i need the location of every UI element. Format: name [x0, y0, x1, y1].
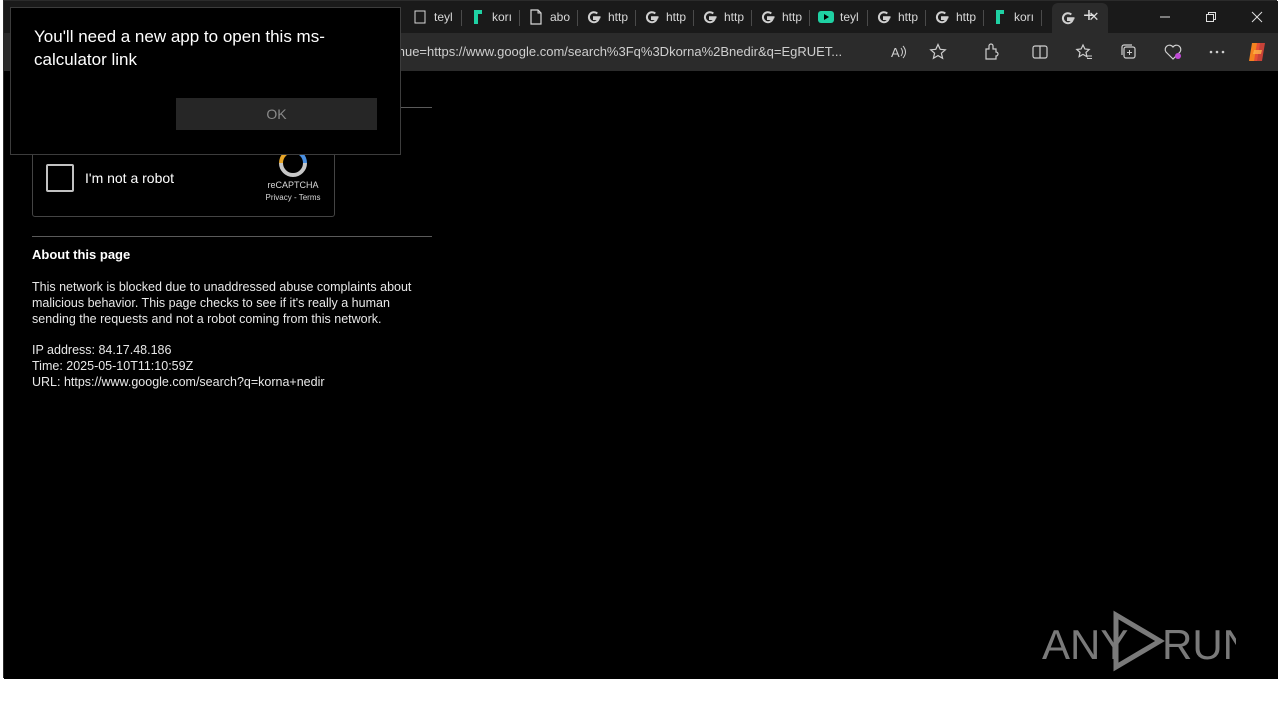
close-icon	[1251, 11, 1263, 23]
page-icon	[412, 9, 428, 25]
tab-label: teyl	[840, 10, 859, 24]
google-icon	[586, 9, 602, 25]
collections-icon[interactable]	[1118, 41, 1140, 63]
tab-8[interactable]: teyl	[810, 4, 868, 30]
ok-button[interactable]: OK	[176, 98, 377, 130]
address-bar[interactable]: ntinue=https://www.google.com/search%3Fq…	[384, 38, 954, 66]
restore-icon	[1206, 12, 1216, 22]
tab-label: http	[956, 10, 977, 24]
green-bookmark-icon	[992, 9, 1008, 25]
captcha-checkbox[interactable]	[46, 164, 74, 192]
google-icon	[934, 9, 950, 25]
google-icon	[876, 9, 892, 25]
copilot-icon[interactable]	[1246, 41, 1268, 63]
tab-label: abo	[550, 10, 571, 24]
google-icon	[760, 9, 776, 25]
extensions-icon[interactable]	[981, 41, 1003, 63]
tab-7[interactable]: http	[752, 4, 810, 30]
favorite-star-icon[interactable]	[927, 41, 949, 63]
youtube-icon	[818, 9, 834, 25]
tab-label: http	[898, 10, 919, 24]
tab-separator	[1041, 10, 1042, 26]
about-body: This network is blocked due to unaddress…	[32, 280, 412, 326]
google-icon	[644, 9, 660, 25]
tab-10[interactable]: http	[926, 4, 984, 30]
tab-label: http	[666, 10, 687, 24]
time-text: Time: 2025-05-10T11:10:59Z	[32, 359, 194, 373]
tab-label: http	[608, 10, 629, 24]
favorites-icon[interactable]	[1073, 41, 1095, 63]
tab-label: http	[782, 10, 803, 24]
google-icon	[1060, 10, 1076, 26]
screen: teyl korı abo http http http http teyl http http k…	[0, 0, 1280, 720]
tab-11[interactable]: korı	[984, 4, 1042, 30]
ip-address-text: IP address: 84.17.48.186	[32, 343, 172, 357]
open-app-dialog: You'll need a new app to open this ms-ca…	[10, 7, 401, 155]
tab-label: korı	[1014, 10, 1035, 24]
tab-1[interactable]: teyl	[404, 4, 462, 30]
document-icon	[528, 9, 544, 25]
restore-button[interactable]	[1188, 1, 1234, 33]
svg-text:A: A	[891, 45, 900, 60]
about-title: About this page	[32, 247, 131, 262]
captcha-label: I'm not a robot	[85, 170, 175, 186]
tab-9[interactable]: http	[868, 4, 926, 30]
divider-middle	[32, 236, 432, 237]
tab-label: http	[724, 10, 745, 24]
close-window-button[interactable]	[1234, 1, 1280, 33]
more-options-icon[interactable]	[1206, 41, 1228, 63]
tab-2[interactable]: korı	[462, 4, 520, 30]
dialog-title: You'll need a new app to open this ms-ca…	[34, 27, 325, 69]
minimize-button[interactable]	[1142, 1, 1188, 33]
read-aloud-icon[interactable]: A	[888, 41, 910, 63]
watermark-right-text: RUN	[1162, 621, 1236, 668]
tab-4[interactable]: http	[578, 4, 636, 30]
google-icon	[702, 9, 718, 25]
split-screen-icon[interactable]	[1029, 41, 1051, 63]
browser-window: teyl korı abo http http http http teyl http http k…	[3, 0, 1280, 679]
tab-label: korı	[492, 10, 513, 24]
green-bookmark-icon	[470, 9, 486, 25]
tab-3[interactable]: abo	[520, 4, 578, 30]
tab-label: teyl	[434, 10, 453, 24]
anyrun-watermark-logo: ANY RUN	[1042, 610, 1236, 672]
tab-5[interactable]: http	[636, 4, 694, 30]
recaptcha-brand: reCAPTCHA	[267, 180, 319, 190]
new-tab-button[interactable]: +	[1077, 5, 1101, 29]
browser-essentials-icon[interactable]	[1162, 41, 1184, 63]
tab-6[interactable]: http	[694, 4, 752, 30]
minimize-icon	[1160, 16, 1170, 18]
url-text: URL: https://www.google.com/search?q=kor…	[32, 375, 325, 389]
recaptcha-privacy-terms-links[interactable]: Privacy - Terms	[255, 193, 331, 202]
page-content: I'm not a robot reCAPTCHA Privacy - Term…	[4, 71, 1278, 679]
